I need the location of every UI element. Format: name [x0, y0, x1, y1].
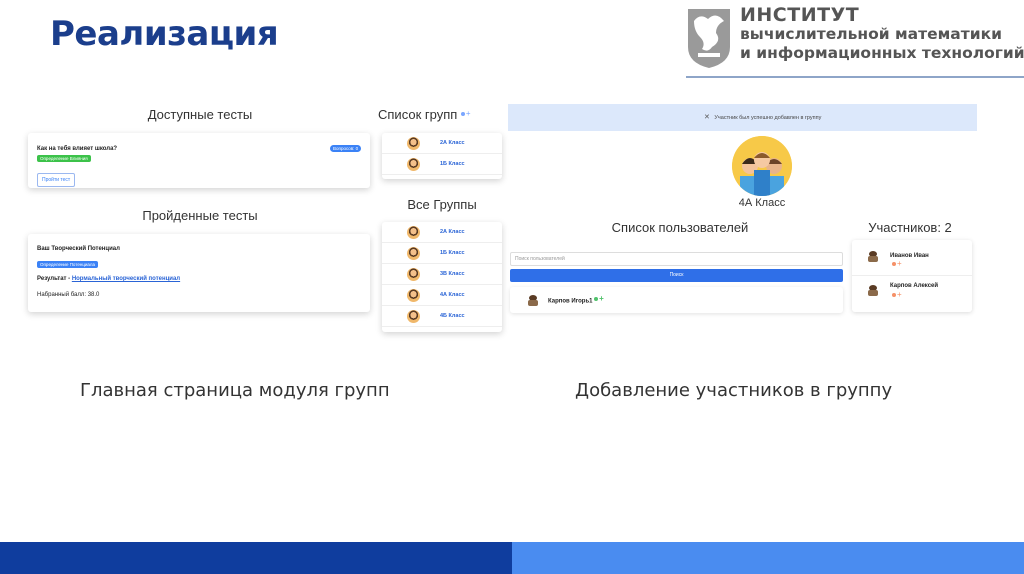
- questions-badge: Вопросов: 0: [330, 145, 362, 152]
- all-groups-list: 2А Класс 1Б Класс 3В Класс 4А Класс 4Б К…: [382, 222, 502, 332]
- logo-line-1: ИНСТИТУТ: [740, 4, 860, 26]
- logo-line-3: и информационных технологий: [740, 44, 1024, 62]
- members-list: Иванов Иван Карпов Алексей: [852, 240, 972, 312]
- passed-test-score: Набранный балл: 38.0: [37, 292, 100, 298]
- user-avatar-icon: [528, 295, 538, 306]
- alert-text: ✕ Участник был успешно добавлен в группу: [704, 113, 821, 121]
- institute-name: ИНСТИТУТ вычислительной математики и инф…: [740, 6, 1024, 63]
- found-user-row: Карпов Игорь1: [510, 287, 843, 313]
- group-name[interactable]: 1Б Класс: [440, 161, 465, 167]
- group-name[interactable]: 2А Класс: [440, 140, 465, 146]
- group-name[interactable]: 1Б Класс: [440, 250, 465, 256]
- group-avatar-icon: [407, 137, 420, 150]
- group-row[interactable]: 3В Класс: [382, 264, 502, 285]
- success-alert: ✕ Участник был успешно добавлен в группу: [508, 104, 977, 131]
- found-user-name-text: Карпов Игорь1: [548, 298, 593, 305]
- alert-message: Участник был успешно добавлен в группу: [714, 115, 822, 121]
- group-image: [732, 136, 792, 196]
- member-name: Иванов Иван: [890, 253, 929, 259]
- slide-title: Реализация: [50, 14, 279, 54]
- remove-user-icon[interactable]: [892, 259, 902, 270]
- group-row[interactable]: 2А Класс: [382, 222, 502, 243]
- my-groups-title: Список групп: [378, 107, 478, 122]
- my-groups-list: 2А Класс 1Б Класс: [382, 133, 502, 179]
- remove-user-icon[interactable]: [892, 290, 902, 301]
- group-name-heading: 4А Класс: [738, 197, 786, 209]
- passed-test-name: Ваш Творческий Потенциал: [37, 246, 120, 252]
- footer-bar-left: [0, 542, 512, 574]
- group-row[interactable]: 4А Класс: [382, 285, 502, 306]
- group-avatar-icon: [407, 226, 420, 239]
- add-group-icon[interactable]: [460, 109, 471, 120]
- group-row[interactable]: 4Б Класс: [382, 306, 502, 327]
- available-test-name: Как на тебя влияет школа?: [37, 146, 118, 152]
- member-row: Иванов Иван: [852, 240, 972, 276]
- group-row[interactable]: 2А Класс: [382, 133, 502, 154]
- footer-bar-right: [512, 542, 1024, 574]
- caption-left: Главная страница модуля групп: [80, 380, 390, 401]
- institute-emblem-icon: [688, 9, 730, 68]
- found-user-name: Карпов Игорь1: [548, 294, 604, 305]
- close-icon[interactable]: ✕: [704, 114, 710, 121]
- passed-test-card: Ваш Творческий Потенциал Определение Пот…: [28, 234, 370, 312]
- user-avatar-icon: [868, 285, 878, 296]
- available-test-card: Как на тебя влияет школа? Определение Вл…: [28, 133, 370, 188]
- group-row[interactable]: 1Б Класс: [382, 243, 502, 264]
- all-groups-title: Все Группы: [407, 197, 477, 212]
- take-test-button[interactable]: Пройти тест: [37, 173, 76, 187]
- user-avatar-icon: [868, 251, 878, 262]
- my-groups-title-text: Список групп: [378, 107, 458, 122]
- group-avatar-icon: [407, 158, 420, 171]
- group-avatar-icon: [407, 310, 420, 323]
- available-tests-title: Доступные тесты: [147, 107, 253, 122]
- users-list-title: Список пользователей: [611, 220, 749, 235]
- available-test-badge: Определение Влияния: [37, 155, 91, 162]
- result-link[interactable]: Нормальный творческий потенциал: [72, 276, 180, 282]
- group-name[interactable]: 2А Класс: [440, 229, 465, 235]
- group-name[interactable]: 3В Класс: [440, 271, 465, 277]
- search-input[interactable]: Поиск пользователей: [510, 252, 843, 266]
- passed-test-result: Результат - Нормальный творческий потенц…: [37, 276, 180, 282]
- search-button[interactable]: Поиск: [510, 269, 843, 282]
- group-name[interactable]: 4Б Класс: [440, 313, 465, 319]
- group-avatar-icon: [407, 289, 420, 302]
- passed-tests-title: Пройденные тесты: [142, 208, 258, 223]
- member-row: Карпов Алексей: [852, 276, 972, 312]
- institute-logo: ИНСТИТУТ вычислительной математики и инф…: [686, 4, 1024, 78]
- logo-divider: [686, 76, 1024, 78]
- group-avatar-icon: [407, 247, 420, 260]
- member-name: Карпов Алексей: [890, 283, 939, 289]
- caption-right: Добавление участников в группу: [575, 380, 893, 401]
- logo-line-2: вычислительной математики: [740, 25, 1002, 43]
- add-user-icon[interactable]: [594, 294, 604, 305]
- group-name[interactable]: 4А Класс: [440, 292, 465, 298]
- group-row[interactable]: 1Б Класс: [382, 154, 502, 175]
- passed-test-badge: Определение Потенциала: [37, 261, 99, 268]
- group-avatar-icon: [732, 136, 792, 196]
- result-label: Результат -: [37, 276, 71, 282]
- members-title: Участников: 2: [868, 220, 952, 235]
- group-avatar-icon: [407, 268, 420, 281]
